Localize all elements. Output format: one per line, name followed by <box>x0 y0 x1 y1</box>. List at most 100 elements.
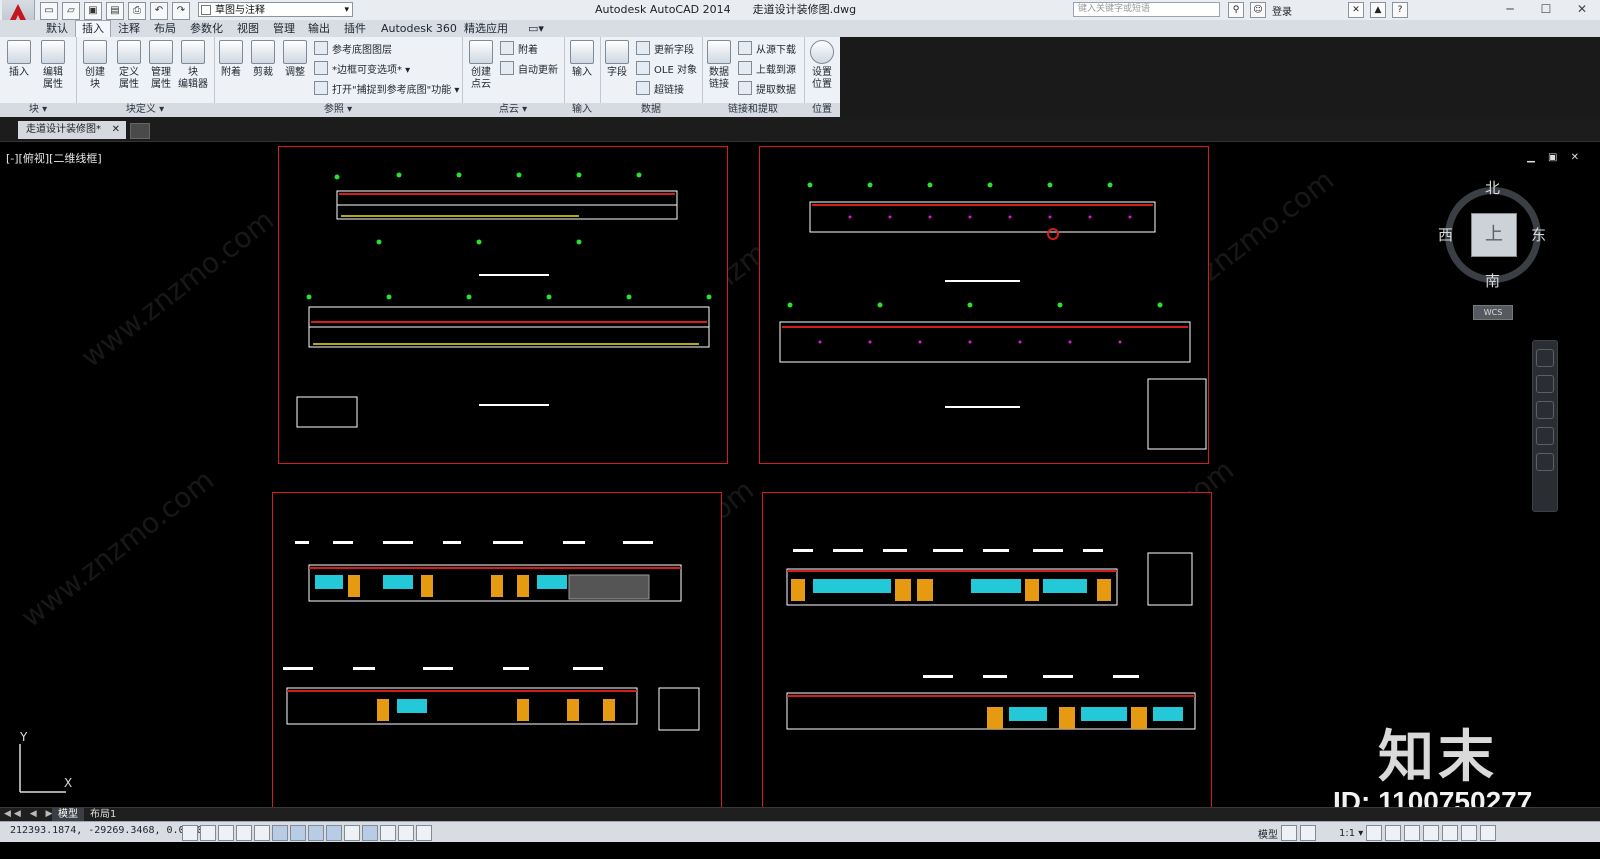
grid-display-icon[interactable] <box>218 825 234 841</box>
pc-attach-button[interactable]: 附着 <box>500 41 538 57</box>
annotation-scale[interactable]: 1:1 ▾ <box>1339 828 1363 839</box>
tab-manage[interactable]: 管理 <box>267 21 301 36</box>
compass-west[interactable]: 西 <box>1438 224 1453 245</box>
save-icon[interactable]: ▣ <box>84 2 102 20</box>
tab-autodesk-360[interactable]: Autodesk 360 <box>375 21 463 36</box>
binoculars-icon[interactable]: ⚲ <box>1228 2 1244 18</box>
steering-wheel-icon[interactable] <box>1536 349 1554 367</box>
insert-block-button[interactable]: 插入 <box>4 40 34 79</box>
model-space-label[interactable]: 模型 <box>1258 826 1278 841</box>
tab-featured-apps[interactable]: 精选应用 <box>458 21 514 36</box>
annotation-visibility-icon[interactable] <box>1366 825 1383 841</box>
new-icon[interactable]: ▭ <box>40 2 58 20</box>
user-icon[interactable]: ☺ <box>1250 2 1266 18</box>
3d-object-snap-icon[interactable] <box>290 825 306 841</box>
showmotion-icon[interactable] <box>1536 453 1554 471</box>
drawing-sheet[interactable] <box>278 146 728 464</box>
tab-parametric[interactable]: 参数化 <box>184 21 229 36</box>
command-line-strip[interactable] <box>0 842 1600 859</box>
print-icon[interactable]: ⎙ <box>128 2 146 20</box>
tab-plugins[interactable]: 插件 <box>338 21 372 36</box>
new-tab-button[interactable] <box>130 123 150 139</box>
lock-icon[interactable] <box>1423 825 1440 841</box>
transparency-icon[interactable] <box>380 825 396 841</box>
login-link[interactable]: 登录 <box>1272 3 1292 18</box>
quick-properties-icon[interactable] <box>398 825 414 841</box>
save-as-icon[interactable]: ▤ <box>106 2 124 20</box>
drawing-sheet[interactable] <box>759 146 1209 464</box>
compass-north[interactable]: 北 <box>1485 177 1500 198</box>
triangle-icon[interactable]: ▲ <box>1370 2 1386 18</box>
document-tab[interactable]: 走道设计装修图* ✕ <box>18 121 126 139</box>
manage-attribute-button[interactable]: 管理 属性 <box>146 40 176 91</box>
panel-block-definition-title[interactable]: 块定义 ▾ <box>76 103 214 117</box>
close-icon[interactable]: ✕ <box>1564 0 1600 18</box>
block-editor-button[interactable]: 块 编辑器 <box>178 40 208 91</box>
auto-scale-icon[interactable] <box>1385 825 1402 841</box>
tab-layout1[interactable]: 布局1 <box>84 808 122 822</box>
dynamic-ucs-icon[interactable] <box>326 825 342 841</box>
data-link-button[interactable]: 数据 链接 <box>704 40 734 91</box>
upload-source-button[interactable]: 上载到源 <box>738 61 796 77</box>
close-tab-icon[interactable]: ✕ <box>112 121 120 139</box>
compass-east[interactable]: 东 <box>1531 224 1546 245</box>
customization-icon[interactable] <box>1480 825 1497 841</box>
tab-insert[interactable]: 插入 <box>75 20 111 37</box>
workspace-select[interactable]: 草图与注释 ▾ <box>198 2 353 17</box>
create-point-cloud-button[interactable]: 创建 点云 <box>466 40 496 91</box>
tab-layout[interactable]: 布局 <box>148 21 182 36</box>
tab-output[interactable]: 输出 <box>302 21 336 36</box>
tab-default[interactable]: 默认 <box>40 21 74 36</box>
underlay-layers-button[interactable]: 参考底图图层 <box>314 41 392 57</box>
update-fields-button[interactable]: 更新字段 <box>636 41 694 57</box>
viewcube[interactable]: 上 北 南 东 西 <box>1438 175 1550 290</box>
ole-object-button[interactable]: OLE 对象 <box>636 61 697 77</box>
zoom-icon[interactable] <box>1536 401 1554 419</box>
extract-data-button[interactable]: 提取数据 <box>738 81 796 97</box>
orbit-icon[interactable] <box>1536 427 1554 445</box>
frame-options-button[interactable]: *边框可变选项* ▾ <box>314 61 410 77</box>
auto-update-button[interactable]: 自动更新 <box>500 61 558 77</box>
snap-underlay-button[interactable]: 打开"捕捉到参考底图"功能 ▾ <box>314 81 459 97</box>
attach-button[interactable]: 附着 <box>216 40 246 79</box>
panel-block-title[interactable]: 块 ▾ <box>0 103 76 117</box>
minimize-icon[interactable]: ─ <box>1492 0 1528 18</box>
isolate-objects-icon[interactable] <box>1461 825 1478 841</box>
clip-button[interactable]: 剪裁 <box>248 40 278 79</box>
coordinate-readout[interactable]: 212393.1874, -29269.3468, 0.0000 <box>10 825 203 836</box>
quick-view-layouts-icon[interactable] <box>1281 825 1297 841</box>
exchange-icon[interactable]: ✕ <box>1348 2 1364 18</box>
hyperlink-button[interactable]: 超链接 <box>636 81 684 97</box>
create-block-button[interactable]: 创建 块 <box>80 40 110 91</box>
tab-annotate[interactable]: 注释 <box>112 21 146 36</box>
snap-mode-icon[interactable] <box>200 825 216 841</box>
help-icon[interactable]: ? <box>1392 2 1408 18</box>
lineweight-icon[interactable] <box>362 825 378 841</box>
hardware-acceleration-icon[interactable] <box>1442 825 1459 841</box>
quick-view-drawings-icon[interactable] <box>1300 825 1316 841</box>
edit-attribute-button[interactable]: 编辑 属性 <box>38 40 68 91</box>
tab-model[interactable]: 模型 <box>52 808 84 822</box>
selection-cycling-icon[interactable] <box>416 825 432 841</box>
drawing-sheet[interactable] <box>272 492 722 808</box>
panel-reference-title[interactable]: 参照 ▾ <box>214 103 462 117</box>
viewport-label[interactable]: [-][俯视][二维线框] <box>6 150 102 166</box>
workspace-switch-icon[interactable] <box>1404 825 1421 841</box>
viewport-controls[interactable]: ▁ ▣ ✕ <box>1527 152 1584 163</box>
wcs-menu[interactable]: WCS <box>1473 305 1513 320</box>
infer-constraints-icon[interactable] <box>182 825 198 841</box>
pan-icon[interactable] <box>1536 375 1554 393</box>
set-location-button[interactable]: 设置 位置 <box>807 40 837 91</box>
panel-point-cloud-title[interactable]: 点云 ▾ <box>462 103 564 117</box>
compass-south[interactable]: 南 <box>1485 270 1500 291</box>
viewcube-top-face[interactable]: 上 <box>1471 213 1517 257</box>
object-snap-tracking-icon[interactable] <box>308 825 324 841</box>
undo-icon[interactable]: ↶ <box>150 2 168 20</box>
define-attribute-button[interactable]: 定义 属性 <box>114 40 144 91</box>
polar-tracking-icon[interactable] <box>254 825 270 841</box>
search-input[interactable]: 键入关键字或短语 <box>1073 2 1220 17</box>
ortho-mode-icon[interactable] <box>236 825 252 841</box>
ribbon-toggle-icon[interactable]: ▭▾ <box>522 21 550 36</box>
object-snap-icon[interactable] <box>272 825 288 841</box>
tab-view[interactable]: 视图 <box>231 21 265 36</box>
